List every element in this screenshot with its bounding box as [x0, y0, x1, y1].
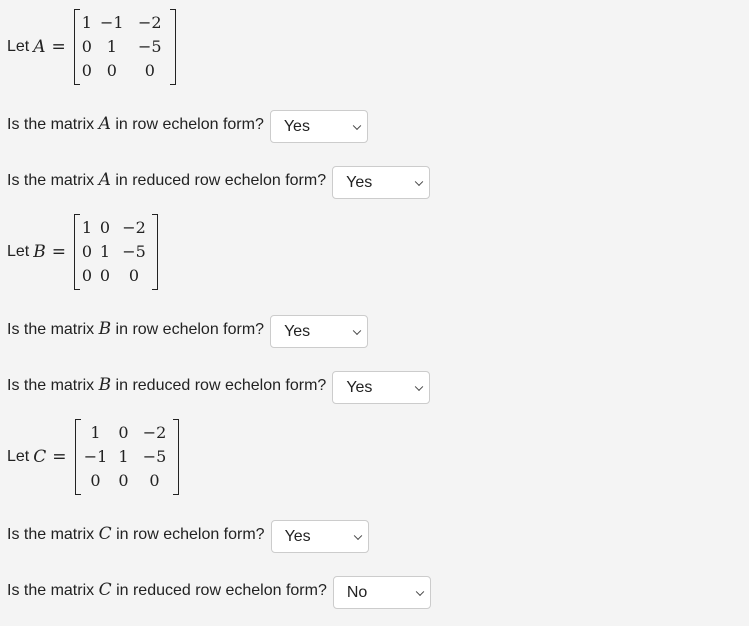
question-text: Is the matrix C in reduced row echelon f… — [7, 579, 327, 600]
ref-question-c: Is the matrix C in row echelon form? Yes — [7, 514, 369, 553]
equals-sign: = — [51, 37, 66, 57]
selected-value: Yes — [346, 378, 373, 396]
matrix-cell: −5 — [137, 37, 162, 56]
question-text: Is the matrix C in row echelon form? — [7, 523, 265, 544]
matrix-a: 1 −1 −2 0 1 −5 0 0 0 — [73, 9, 176, 85]
rref-question-a: Is the matrix A in reduced row echelon f… — [7, 160, 431, 199]
answer-dropdown[interactable]: No — [332, 576, 431, 609]
answer-dropdown[interactable]: Yes — [332, 371, 431, 404]
question-text: Is the matrix B in reduced row echelon f… — [7, 374, 327, 395]
chevron-down-icon — [352, 121, 362, 130]
question-text: Is the matrix A in row echelon form? — [7, 113, 264, 134]
question-text: Is the matrix A in reduced row echelon f… — [7, 169, 327, 190]
chevron-down-icon — [415, 382, 424, 391]
equals-sign: = — [52, 447, 67, 467]
chevron-down-icon — [353, 531, 362, 540]
matrix-cell: 0 — [81, 61, 92, 80]
answer-dropdown[interactable]: Yes — [270, 520, 369, 553]
matrix-cell: 1 — [99, 242, 111, 261]
matrix-cell: 1 — [81, 13, 92, 32]
rref-question-c: Is the matrix C in reduced row echelon f… — [7, 570, 431, 609]
matrix-cell: 1 — [106, 37, 117, 56]
matrix-cell: 0 — [81, 266, 93, 285]
matrix-cell: −2 — [142, 423, 167, 442]
question-text: Is the matrix B in row echelon form? — [7, 318, 265, 339]
ref-question-b: Is the matrix B in row echelon form? Yes — [7, 309, 369, 348]
matrix-cell: 0 — [106, 61, 117, 80]
selected-value: Yes — [346, 173, 373, 191]
chevron-down-icon — [352, 326, 362, 335]
matrix-cell: −2 — [137, 13, 162, 32]
matrix-cell: 0 — [118, 423, 129, 442]
matrix-name: A — [33, 37, 46, 57]
matrix-cell: 0 — [81, 37, 92, 56]
matrix-cell: 1 — [90, 423, 101, 442]
let-label: Let — [7, 243, 30, 260]
matrix-cell: 1 — [81, 218, 93, 237]
selected-value: Yes — [284, 527, 311, 545]
matrix-name: B — [33, 242, 46, 262]
selected-value: No — [346, 583, 368, 601]
matrix-cell: 0 — [128, 266, 140, 285]
matrix-cell: 0 — [81, 242, 93, 261]
matrix-cell: −5 — [122, 242, 146, 261]
selected-value: Yes — [283, 117, 310, 135]
chevron-down-icon — [414, 177, 424, 186]
matrix-c: 1 0 −2 −1 1 −5 0 0 0 — [74, 419, 179, 495]
chevron-down-icon — [415, 587, 425, 596]
ref-question-a: Is the matrix A in row echelon form? Yes — [7, 104, 368, 143]
matrix-cell: 0 — [118, 471, 129, 490]
let-label: Let — [7, 448, 30, 465]
matrix-cell: 0 — [99, 266, 111, 285]
matrix-definition-c: Let C = 1 0 −2 −1 1 −5 0 0 0 — [7, 418, 179, 496]
let-label: Let — [7, 38, 30, 55]
answer-dropdown[interactable]: Yes — [269, 110, 368, 143]
matrix-name: C — [33, 447, 47, 467]
matrix-cell: −1 — [99, 13, 124, 32]
equals-sign: = — [51, 242, 66, 262]
matrix-definition-b: Let B = 1 0 −2 0 1 −5 0 0 0 — [7, 213, 158, 291]
matrix-cell: 0 — [149, 471, 160, 490]
matrix-cell: 0 — [144, 61, 155, 80]
matrix-cell: −1 — [83, 447, 108, 466]
answer-dropdown[interactable]: Yes — [332, 166, 431, 199]
matrix-definition-a: Let A = 1 −1 −2 0 1 −5 0 0 0 — [7, 8, 176, 86]
matrix-b: 1 0 −2 0 1 −5 0 0 0 — [74, 214, 158, 290]
matrix-cell: −5 — [142, 447, 167, 466]
matrix-cell: 1 — [118, 447, 129, 466]
answer-dropdown[interactable]: Yes — [270, 315, 369, 348]
selected-value: Yes — [284, 322, 311, 340]
matrix-cell: 0 — [99, 218, 111, 237]
matrix-cell: 0 — [90, 471, 101, 490]
rref-question-b: Is the matrix B in reduced row echelon f… — [7, 365, 431, 404]
matrix-cell: −2 — [122, 218, 146, 237]
